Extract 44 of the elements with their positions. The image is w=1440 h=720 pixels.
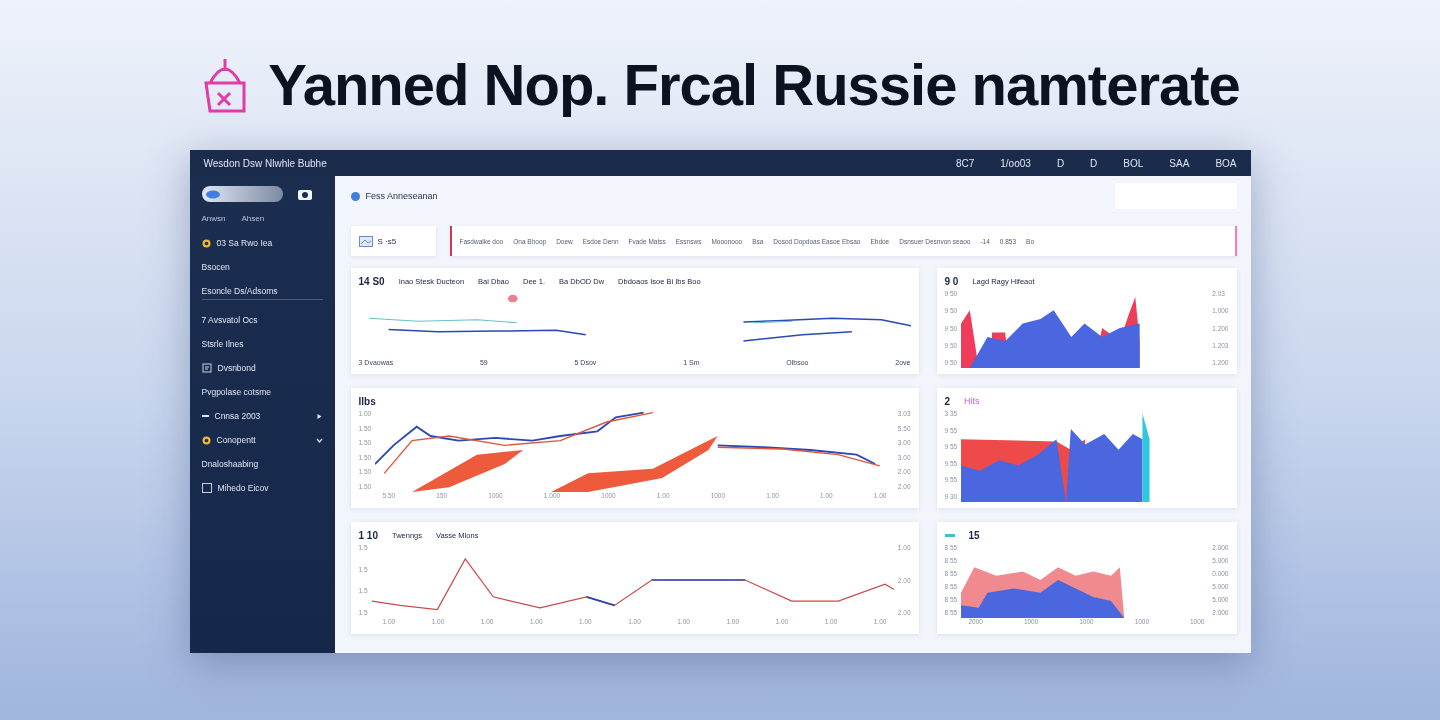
card-title: 15 bbox=[968, 529, 980, 541]
card-title: 9 0 bbox=[944, 275, 959, 287]
sidebar-caption: Anwsn bbox=[201, 214, 226, 223]
sidebar-item[interactable]: 7 Avsvatol Ocs bbox=[201, 308, 323, 332]
toolbar-item[interactable]: 1/oo03 bbox=[1000, 157, 1031, 169]
toolbar-item[interactable]: SAA bbox=[1169, 157, 1190, 169]
sidebar-item[interactable]: Conopentt bbox=[201, 428, 323, 452]
toolbar-item[interactable]: BOA bbox=[1215, 157, 1237, 169]
card-title: 1 10 bbox=[358, 529, 378, 541]
sidebar-item[interactable]: Mihedo Eicov bbox=[201, 476, 323, 500]
card-subtitle: Hits bbox=[964, 396, 980, 406]
legend-swatch bbox=[944, 533, 955, 537]
coin-icon bbox=[201, 435, 211, 445]
card-title: Ilbs bbox=[358, 395, 376, 407]
sidebar-item[interactable]: Dvsnbond bbox=[201, 356, 323, 380]
document-icon bbox=[201, 363, 212, 373]
sidebar-item[interactable]: Pvgpolase cotsme bbox=[201, 380, 323, 404]
sidebar-item[interactable]: Esoncle Ds/Adsoms bbox=[201, 279, 323, 303]
toolbar-item[interactable]: BOL bbox=[1123, 157, 1144, 169]
filter-label: S ·s5 bbox=[377, 236, 397, 246]
toolbar-item[interactable]: D bbox=[1056, 157, 1065, 169]
headline: Yanned Nop. Frcal Russie namterate bbox=[268, 50, 1240, 118]
checkbox[interactable] bbox=[201, 483, 212, 493]
toolbar-item[interactable]: D bbox=[1090, 157, 1098, 169]
card-title: 14 S0 bbox=[358, 275, 385, 287]
window-title: Wesdon Dsw Nlwhle Bubhe bbox=[203, 157, 328, 169]
status-dot-icon bbox=[350, 191, 360, 201]
toolbar-item[interactable]: 8C7 bbox=[955, 157, 975, 169]
camera-icon[interactable] bbox=[296, 187, 313, 201]
image-icon bbox=[358, 235, 373, 247]
sidebar-item[interactable]: Stsrle Ilnes bbox=[201, 332, 323, 356]
chart-point bbox=[507, 294, 518, 303]
sidebar-caption: Ahsen bbox=[241, 214, 265, 223]
account-pill[interactable] bbox=[201, 186, 283, 202]
sidebar-item[interactable]: Bsocen bbox=[201, 255, 323, 279]
filter-card[interactable]: S ·s5 bbox=[350, 226, 436, 256]
coin-icon bbox=[201, 238, 211, 248]
card-title: 2 bbox=[944, 395, 951, 407]
sidebar-item[interactable]: 03 Sa Rwo Iea bbox=[201, 231, 323, 255]
dash-icon bbox=[201, 414, 209, 418]
cloud-icon bbox=[204, 189, 221, 199]
sidebar-item[interactable]: Dnaloshaabing bbox=[201, 452, 323, 476]
sidebar-item[interactable]: Cnnsa 2003 bbox=[201, 404, 323, 428]
page-title: Fess Anneseanan bbox=[365, 191, 439, 201]
